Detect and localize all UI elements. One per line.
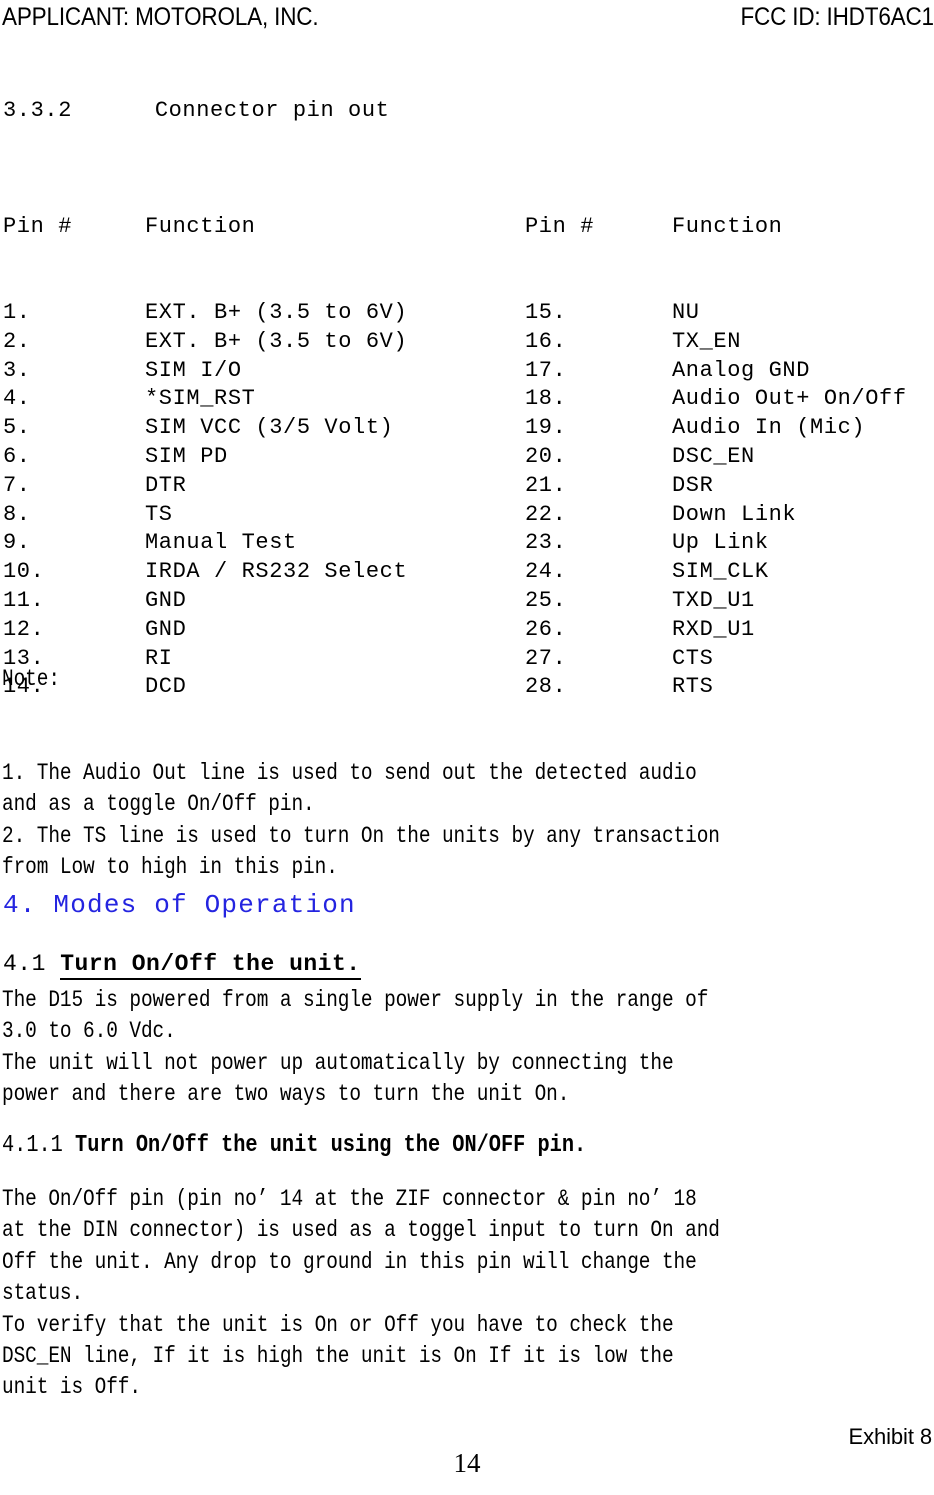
pin-function-left: Manual Test	[145, 530, 297, 556]
paragraph-line: Off the unit. Any drop to ground in this…	[2, 1248, 697, 1275]
section-heading-4-1: 4.1 Turn On/Off the unit.	[3, 948, 361, 980]
table-row: 1. EXT. B+ (3.5 to 6V) 15. NU	[3, 299, 907, 328]
pin-number-right: 22.	[525, 501, 567, 527]
table-row: 7. DTR 21. DSR	[3, 472, 907, 501]
pin-function-left: EXT. B+ (3.5 to 6V)	[145, 299, 408, 325]
header-right-function: Function	[672, 213, 783, 239]
pin-number-right: 21.	[525, 472, 567, 498]
pin-number-right: 23.	[525, 530, 567, 556]
notes-lines: 1. The Audio Out line is used to send ou…	[2, 758, 720, 884]
pin-number-left: 3.	[3, 357, 31, 383]
pin-number-left: 5.	[3, 415, 31, 441]
table-header-row: Pin # Function Pin # Function	[3, 213, 907, 242]
pin-function-left: SIM VCC (3/5 Volt)	[145, 415, 394, 441]
pin-number-right: 15.	[525, 299, 567, 325]
pin-function-right: Audio In (Mic)	[672, 415, 866, 441]
note-line: 2. The TS line is used to turn On the un…	[2, 822, 720, 849]
table-row: 4. *SIM_RST 18. Audio Out+ On/Off	[3, 385, 907, 414]
paragraph-line: The On/Off pin (pin no’ 14 at the ZIF co…	[2, 1186, 697, 1212]
chapter-heading-4: 4. Modes of Operation	[3, 890, 356, 920]
pin-function-right: NU	[672, 299, 700, 325]
paragraph-4-1-1: The On/Off pin (pin no’ 14 at the ZIF co…	[2, 1184, 720, 1404]
pin-number-left: 7.	[3, 472, 31, 498]
table-row: 2. EXT. B+ (3.5 to 6V) 16. TX_EN	[3, 328, 907, 357]
pin-number-right: 18.	[525, 386, 567, 412]
pin-function-right: DSC_EN	[672, 443, 755, 469]
pin-number-left: 9.	[3, 530, 31, 556]
paragraph-line: status.	[2, 1280, 84, 1307]
exhibit-label: Exhibit 8	[848, 1424, 933, 1449]
document-page: APPLICANT: MOTOROLA, INC. FCC ID: IHDT6A…	[0, 0, 934, 1495]
pin-number-right: 16.	[525, 328, 567, 354]
header-left-pin: Pin #	[3, 213, 73, 239]
note-line: from Low to high in this pin.	[2, 854, 338, 881]
pin-function-left: EXT. B+ (3.5 to 6V)	[145, 328, 408, 354]
pin-function-left: SIM PD	[145, 443, 228, 469]
pin-function-left: *SIM_RST	[145, 386, 256, 412]
table-row: 9. Manual Test 23. Up Link	[3, 529, 907, 558]
applicant-label: APPLICANT: MOTOROLA, INC.	[2, 3, 319, 31]
pin-function-left: IRDA / RS232 Select	[145, 559, 408, 585]
note-line: and as a toggle On/Off pin.	[2, 791, 315, 818]
paragraph-line: The D15 is powered from a single power s…	[2, 987, 709, 1013]
paragraph-4-1: The D15 is powered from a single power s…	[2, 985, 708, 1111]
pin-function-left: DTR	[145, 472, 187, 498]
pin-number-left: 6.	[3, 443, 31, 469]
paragraph-line: DSC_EN line, If it is high the unit is O…	[2, 1343, 674, 1370]
section-heading-4-1-1: 4.1.1 Turn On/Off the unit using the ON/…	[2, 1130, 586, 1162]
section-4-1-1-title: Turn On/Off the unit using the ON/OFF pi…	[75, 1132, 587, 1159]
paragraph-line: The unit will not power up automatically…	[2, 1049, 674, 1076]
pin-function-right: Down Link	[672, 501, 797, 527]
pin-function-right: Audio Out+ On/Off	[672, 386, 907, 412]
running-header: APPLICANT: MOTOROLA, INC. FCC ID: IHDT6A…	[0, 2, 934, 36]
section-4-1-space	[46, 951, 60, 977]
pin-number-right: 19.	[525, 415, 567, 441]
pin-number-left: 10.	[3, 559, 45, 585]
pin-number-left: 1.	[3, 299, 31, 325]
header-right-pin: Pin #	[525, 213, 595, 239]
pin-number-left: 2.	[3, 328, 31, 354]
section-4-1-title: Turn On/Off the unit.	[60, 951, 361, 980]
pin-function-right: DSR	[672, 472, 714, 498]
table-row: 10. IRDA / RS232 Select 24. SIM_CLK	[3, 558, 907, 587]
table-row: 6. SIM PD 20. DSC_EN	[3, 443, 907, 472]
paragraph-line: 3.0 to 6.0 Vdc.	[2, 1018, 176, 1045]
table-row: 5. SIM VCC (3/5 Volt) 19. Audio In (Mic)	[3, 414, 907, 443]
pin-function-right: SIM_CLK	[672, 559, 769, 585]
section-heading-3-3-2: 3.3.2 Connector pin out	[3, 98, 390, 123]
table-row: 8. TS 22. Down Link	[3, 501, 907, 530]
pin-function-right: TX_EN	[672, 328, 742, 354]
pin-number-right: 20.	[525, 443, 567, 469]
pin-function-left: SIM I/O	[145, 357, 242, 383]
pin-number-left: 8.	[3, 501, 31, 527]
pin-function-left: TS	[145, 501, 173, 527]
pin-function-right: Up Link	[672, 530, 769, 556]
section-4-1-1-number: 4.1.1	[2, 1132, 63, 1159]
page-number: 14	[453, 1448, 481, 1478]
pin-number-right: 17.	[525, 357, 567, 383]
paragraph-line: To verify that the unit is On or Off you…	[2, 1311, 674, 1338]
fcc-id-label: FCC ID: IHDT6AC1	[740, 3, 934, 31]
paragraph-line: at the DIN connector) is used as a togge…	[2, 1217, 720, 1244]
section-4-1-1-space	[63, 1132, 75, 1159]
note-line: 1. The Audio Out line is used to send ou…	[2, 760, 697, 787]
paragraph-line: power and there are two ways to turn the…	[2, 1081, 570, 1108]
section-4-1-number: 4.1	[3, 951, 46, 977]
paragraph-line: unit is Off.	[2, 1374, 141, 1401]
pin-number-left: 4.	[3, 386, 31, 412]
header-left-function: Function	[145, 213, 256, 239]
pin-function-right: Analog GND	[672, 357, 811, 383]
pin-number-right: 24.	[525, 559, 567, 585]
table-row: 3. SIM I/O 17. Analog GND	[3, 357, 907, 386]
notes-label: Note:	[2, 665, 60, 692]
